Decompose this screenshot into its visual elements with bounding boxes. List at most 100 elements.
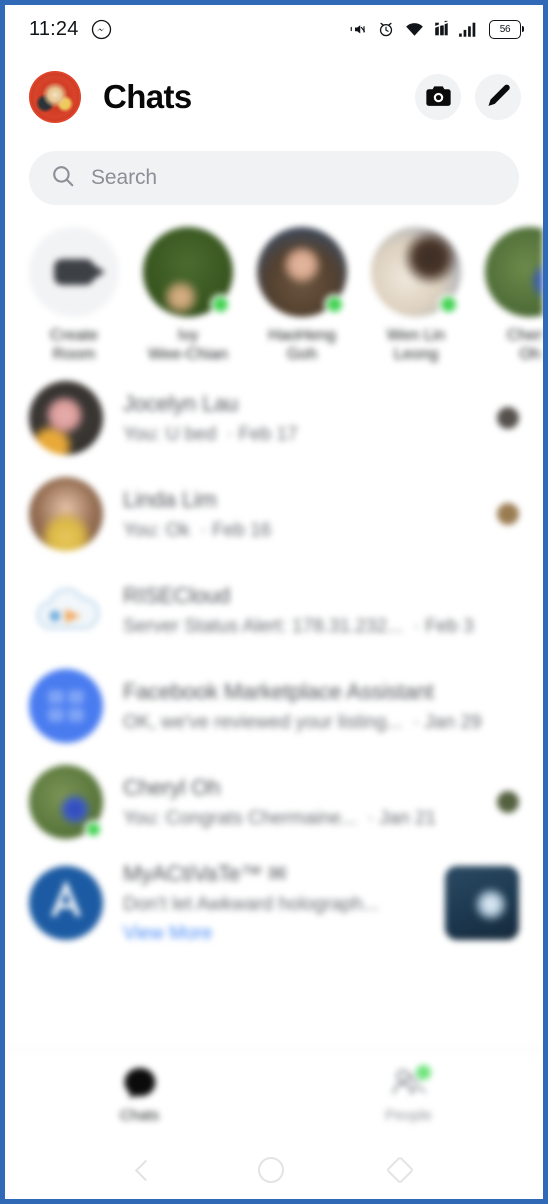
search-icon: [51, 164, 75, 193]
cloud-icon: [29, 582, 103, 638]
tab-label: People: [385, 1107, 432, 1124]
chat-row[interactable]: MyACtiVaTe™ ✉ Don't let Awkward holograp…: [5, 850, 543, 956]
story-avatar-wrap: [257, 227, 347, 317]
signal-icon: [458, 20, 480, 38]
active-status-dot: [438, 294, 459, 315]
chat-row-body: Jocelyn Lau You: U bed · Feb 17: [123, 391, 477, 446]
chat-row[interactable]: Cheryl Oh You: Congrats Chermaine... · J…: [5, 754, 543, 850]
status-bar-left: 11:24: [29, 18, 112, 41]
chat-snippet: You: Congrats Chermaine... · Jan 21: [123, 807, 436, 829]
story-label-line1: Wen Lin: [386, 327, 446, 344]
status-bar-clock: 11:24: [29, 17, 79, 40]
story-avatar-wrap: [371, 227, 461, 317]
story-avatar: [485, 227, 543, 317]
chat-time: Jan 29: [424, 711, 482, 733]
letter-a-icon: [40, 872, 92, 934]
chat-time: Feb 3: [425, 615, 474, 637]
chat-avatar: [29, 381, 103, 455]
chat-name: Facebook Marketplace Assistant: [123, 678, 434, 704]
seen-receipt-avatar: [497, 503, 519, 525]
story-label-line1: HaoHeng: [268, 327, 336, 344]
camera-icon: [425, 84, 452, 111]
message-thumbnail[interactable]: [445, 866, 519, 940]
chat-name: Cheryl Oh: [123, 774, 221, 800]
story-label-line1: Create: [49, 327, 99, 344]
story-label: HaoHeng Goh: [268, 326, 336, 364]
story-label-line2: Room: [52, 346, 96, 363]
page-title: Chats: [103, 78, 192, 115]
recents-button-icon[interactable]: [385, 1155, 415, 1185]
chat-name: Linda Lim: [123, 486, 217, 512]
status-bar: 11:24 56: [5, 5, 543, 53]
chat-row-body: MyACtiVaTe™ ✉ Don't let Awkward holograp…: [123, 861, 425, 945]
chat-row-body: Cheryl Oh You: Congrats Chermaine... · J…: [123, 775, 477, 830]
tab-label: Chats: [119, 1107, 160, 1124]
story-avatar-wrap: [485, 227, 543, 317]
chat-time: Jan 21: [378, 807, 436, 829]
chat-avatar: [29, 477, 103, 551]
chat-snippet: You: U bed · Feb 17: [123, 423, 298, 445]
chat-row[interactable]: Linda Lim You: Ok · Feb 16: [5, 466, 543, 562]
chat-name: MyACtiVaTe™ ✉: [123, 861, 287, 886]
search-input[interactable]: Search: [29, 151, 519, 205]
compose-button[interactable]: [475, 74, 521, 120]
chat-snippet: Don't let Awkward holograph...: [123, 894, 379, 915]
chat-name: RISECloud: [123, 582, 231, 608]
wifi-icon: [404, 21, 425, 38]
story-item[interactable]: HaoHeng Goh: [255, 227, 349, 364]
story-label-line1: Ivy: [177, 327, 199, 344]
header-actions: [415, 74, 521, 120]
chat-row[interactable]: Jocelyn Lau You: U bed · Feb 17: [5, 370, 543, 466]
chat-snippet: You: Ok · Feb 16: [123, 519, 272, 541]
chat-row[interactable]: RISECloud Server Status Alert: 178.31.23…: [5, 562, 543, 658]
video-camera-icon: [54, 259, 105, 285]
seen-receipt-avatar: [497, 791, 519, 813]
tab-people[interactable]: People: [274, 1063, 543, 1124]
chat-snippet: Server Status Alert: 178.31.232... · Feb…: [123, 615, 474, 637]
chat-row[interactable]: Facebook Marketplace Assistant OK, we've…: [5, 658, 543, 754]
tab-chats[interactable]: Chats: [5, 1066, 274, 1124]
chat-bubble-icon: [120, 1066, 160, 1100]
home-button-icon[interactable]: [258, 1157, 285, 1183]
pencil-icon: [486, 83, 511, 111]
create-room-circle: [29, 227, 119, 317]
people-active-badge: [413, 1063, 433, 1082]
story-item[interactable]: Ivy Wee-Chian: [141, 227, 235, 364]
camera-button[interactable]: [415, 74, 461, 120]
story-label: Wen Lin Leong: [387, 326, 445, 364]
story-item[interactable]: Cheryl Oh: [483, 227, 543, 364]
chat-row-body: RISECloud Server Status Alert: 178.31.23…: [123, 583, 519, 638]
story-label-line2: Wee-Chian: [148, 346, 228, 363]
app-header: Chats: [5, 53, 543, 141]
story-label: Cheryl Oh: [507, 326, 543, 364]
messenger-app: 11:24 56 Chats Search Create Room Ivy We…: [5, 5, 543, 1199]
active-status-dot: [84, 820, 103, 839]
story-item[interactable]: Wen Lin Leong: [369, 227, 463, 364]
back-button-icon[interactable]: [134, 1159, 156, 1181]
chat-avatar: [29, 669, 103, 743]
chat-snippet: OK, we've reviewed your listing... · Jan…: [123, 711, 482, 733]
view-more-link[interactable]: View More: [123, 923, 425, 945]
chat-snippet-text: OK, we've reviewed your listing...: [123, 711, 403, 733]
chat-time: Feb 17: [238, 423, 298, 445]
chat-snippet-text: You: Congrats Chermaine...: [123, 807, 357, 829]
chat-avatar: [29, 765, 103, 839]
story-label-line2: Goh: [286, 346, 318, 363]
chat-time: Feb 16: [212, 519, 272, 541]
create-room-story[interactable]: Create Room: [27, 227, 121, 364]
chat-snippet-text: Server Status Alert: 178.31.232...: [123, 615, 403, 637]
alarm-icon: [377, 20, 395, 38]
status-bar-right: 56: [348, 19, 524, 39]
chat-avatar: [29, 866, 103, 940]
battery-indicator: 56: [489, 19, 524, 39]
battery-level: 56: [499, 23, 511, 35]
active-now-row[interactable]: Create Room Ivy Wee-Chian HaoHeng Goh We…: [5, 217, 543, 368]
seen-receipt-avatar: [497, 407, 519, 429]
profile-avatar[interactable]: [29, 71, 81, 123]
android-navigation-bar: [5, 1141, 543, 1199]
marketplace-icon: [48, 690, 84, 722]
people-icon: [389, 1063, 433, 1100]
sim-icon: [434, 20, 449, 38]
story-label-line2: Leong: [393, 346, 439, 363]
bottom-tab-bar: Chats People: [5, 1048, 543, 1141]
